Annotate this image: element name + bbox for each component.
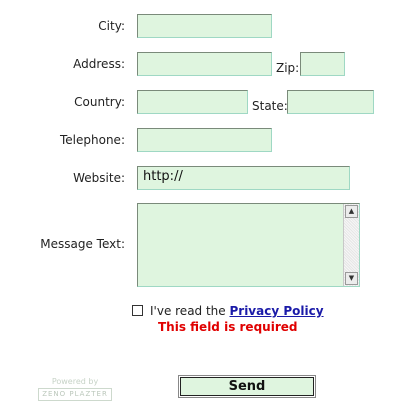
powered-by-text: Powered by xyxy=(51,377,99,386)
message-textarea[interactable]: ▲ ▼ xyxy=(137,203,360,287)
website-input[interactable]: http:// xyxy=(137,166,350,190)
down-arrow-icon[interactable]: ▼ xyxy=(345,272,358,285)
state-input[interactable] xyxy=(287,90,374,114)
message-label: Message Text: xyxy=(40,237,125,251)
zip-input[interactable] xyxy=(300,52,345,76)
message-scrollbar[interactable]: ▲ ▼ xyxy=(343,204,359,286)
privacy-error: This field is required xyxy=(158,320,298,334)
brand-badge: ZENO PLAZTER xyxy=(38,388,112,401)
telephone-input[interactable] xyxy=(137,128,272,152)
city-input[interactable] xyxy=(137,14,272,38)
privacy-policy-link[interactable]: Privacy Policy xyxy=(229,304,323,318)
telephone-label: Telephone: xyxy=(60,133,125,147)
up-arrow-icon[interactable]: ▲ xyxy=(345,205,358,218)
state-label: State: xyxy=(252,99,288,113)
address-input[interactable] xyxy=(137,52,272,76)
country-label: Country: xyxy=(74,95,125,109)
privacy-text: I've read the Privacy Policy xyxy=(150,304,324,318)
zip-label: Zip: xyxy=(276,61,300,75)
address-label: Address: xyxy=(73,57,125,71)
send-button[interactable]: Send xyxy=(178,375,316,398)
powered-by-logo: Powered by ZENO PLAZTER xyxy=(34,377,116,401)
privacy-checkbox[interactable] xyxy=(132,305,143,316)
city-label: City: xyxy=(98,19,125,33)
privacy-prefix: I've read the xyxy=(150,304,230,318)
country-input[interactable] xyxy=(137,90,248,114)
website-label: Website: xyxy=(73,171,125,185)
